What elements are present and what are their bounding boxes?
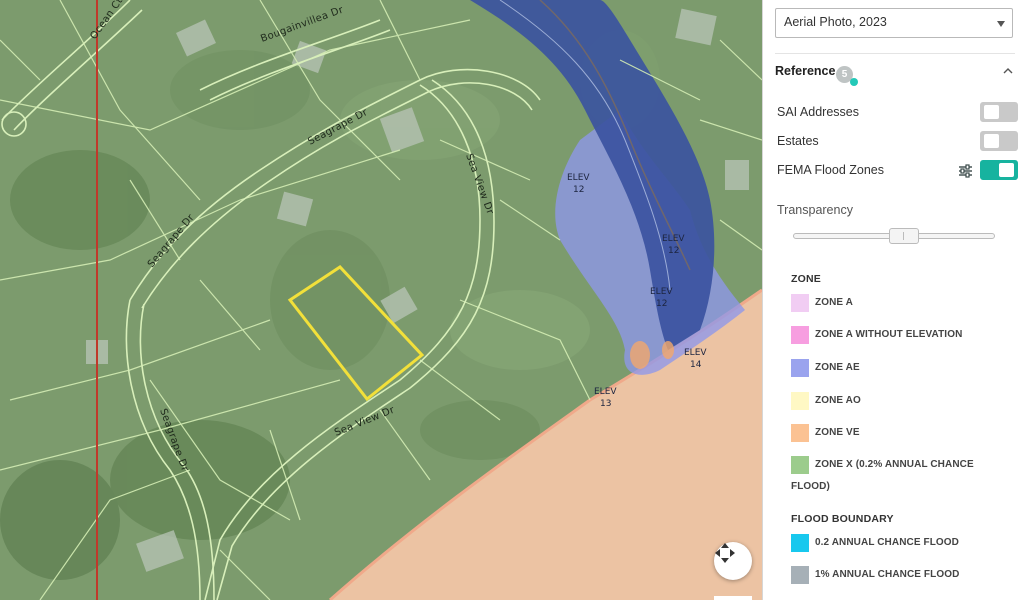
elev-value: 12 xyxy=(573,185,584,195)
toggle-knob xyxy=(999,163,1014,177)
elev-label-text: ELEV xyxy=(567,173,590,183)
basemap-select-value: Aerial Photo, 2023 xyxy=(784,15,887,29)
layer-row-estates: Estates xyxy=(777,131,1019,153)
sliders-settings-icon[interactable] xyxy=(958,163,973,178)
legend-label: ZONE A xyxy=(815,297,854,308)
elev-value: 12 xyxy=(668,246,679,256)
layer-label: Estates xyxy=(777,134,819,148)
elev-value: 14 xyxy=(690,360,702,370)
legend-swatch xyxy=(791,566,809,584)
recenter-button[interactable] xyxy=(714,542,752,580)
legend-label: ZONE X (0.2% ANNUAL CHANCE FLOOD) xyxy=(791,459,974,492)
elev-label-text: ELEV xyxy=(650,287,673,297)
legend-swatch xyxy=(791,424,809,442)
basemap-select[interactable]: Aerial Photo, 2023 xyxy=(775,8,1013,38)
map-layers: Ocean Ct Bougainvillea Dr Seagrape Dr Se… xyxy=(0,0,762,600)
legend-swatch xyxy=(791,294,809,312)
legend-label: ZONE A WITHOUT ELEVATION xyxy=(815,329,963,340)
elev-value: 13 xyxy=(600,399,611,409)
legend-boundary-heading: FLOOD BOUNDARY xyxy=(791,513,894,525)
legend-swatch xyxy=(791,534,809,552)
legend-label: 0.2 ANNUAL CHANCE FLOOD xyxy=(815,537,959,548)
chevron-up-icon[interactable] xyxy=(1001,64,1015,78)
layer-toggle-estates[interactable] xyxy=(980,131,1018,151)
legend-label: 1% ANNUAL CHANCE FLOOD xyxy=(815,569,960,580)
legend-label: ZONE VE xyxy=(815,427,860,438)
elev-label-text: ELEV xyxy=(684,348,707,358)
elev-label-text: ELEV xyxy=(662,234,685,244)
arrows-move-icon xyxy=(715,543,735,563)
legend-label: ZONE AO xyxy=(815,395,861,406)
layer-row-sai-addresses: SAI Addresses xyxy=(777,102,1019,124)
slider-thumb[interactable] xyxy=(889,228,919,244)
map-control-edge xyxy=(714,596,752,600)
reference-heading[interactable]: Reference xyxy=(775,64,835,78)
layer-panel: Aerial Photo, 2023 Reference 5 SAI Addre… xyxy=(762,0,1024,600)
layer-toggle-fema-flood-zones[interactable] xyxy=(980,160,1018,180)
layer-label: FEMA Flood Zones xyxy=(777,163,884,177)
transparency-slider[interactable] xyxy=(793,228,995,244)
map-canvas[interactable]: Ocean Ct Bougainvillea Dr Seagrape Dr Se… xyxy=(0,0,762,600)
legend-zone-heading: ZONE xyxy=(791,273,821,285)
elev-value: 12 xyxy=(656,299,667,309)
legend-swatch xyxy=(791,359,809,377)
status-dot xyxy=(850,78,858,86)
legend-label: ZONE AE xyxy=(815,362,860,373)
layer-toggle-sai-addresses[interactable] xyxy=(980,102,1018,122)
toggle-knob xyxy=(984,105,999,119)
toggle-knob xyxy=(984,134,999,148)
transparency-label: Transparency xyxy=(777,203,853,217)
divider xyxy=(775,53,1015,54)
legend-swatch xyxy=(791,392,809,410)
legend-swatch xyxy=(791,326,809,344)
elev-label-text: ELEV xyxy=(594,387,617,397)
caret-down-icon xyxy=(997,21,1005,27)
layer-row-fema-flood-zones: FEMA Flood Zones xyxy=(777,160,1019,182)
layer-label: SAI Addresses xyxy=(777,105,859,119)
